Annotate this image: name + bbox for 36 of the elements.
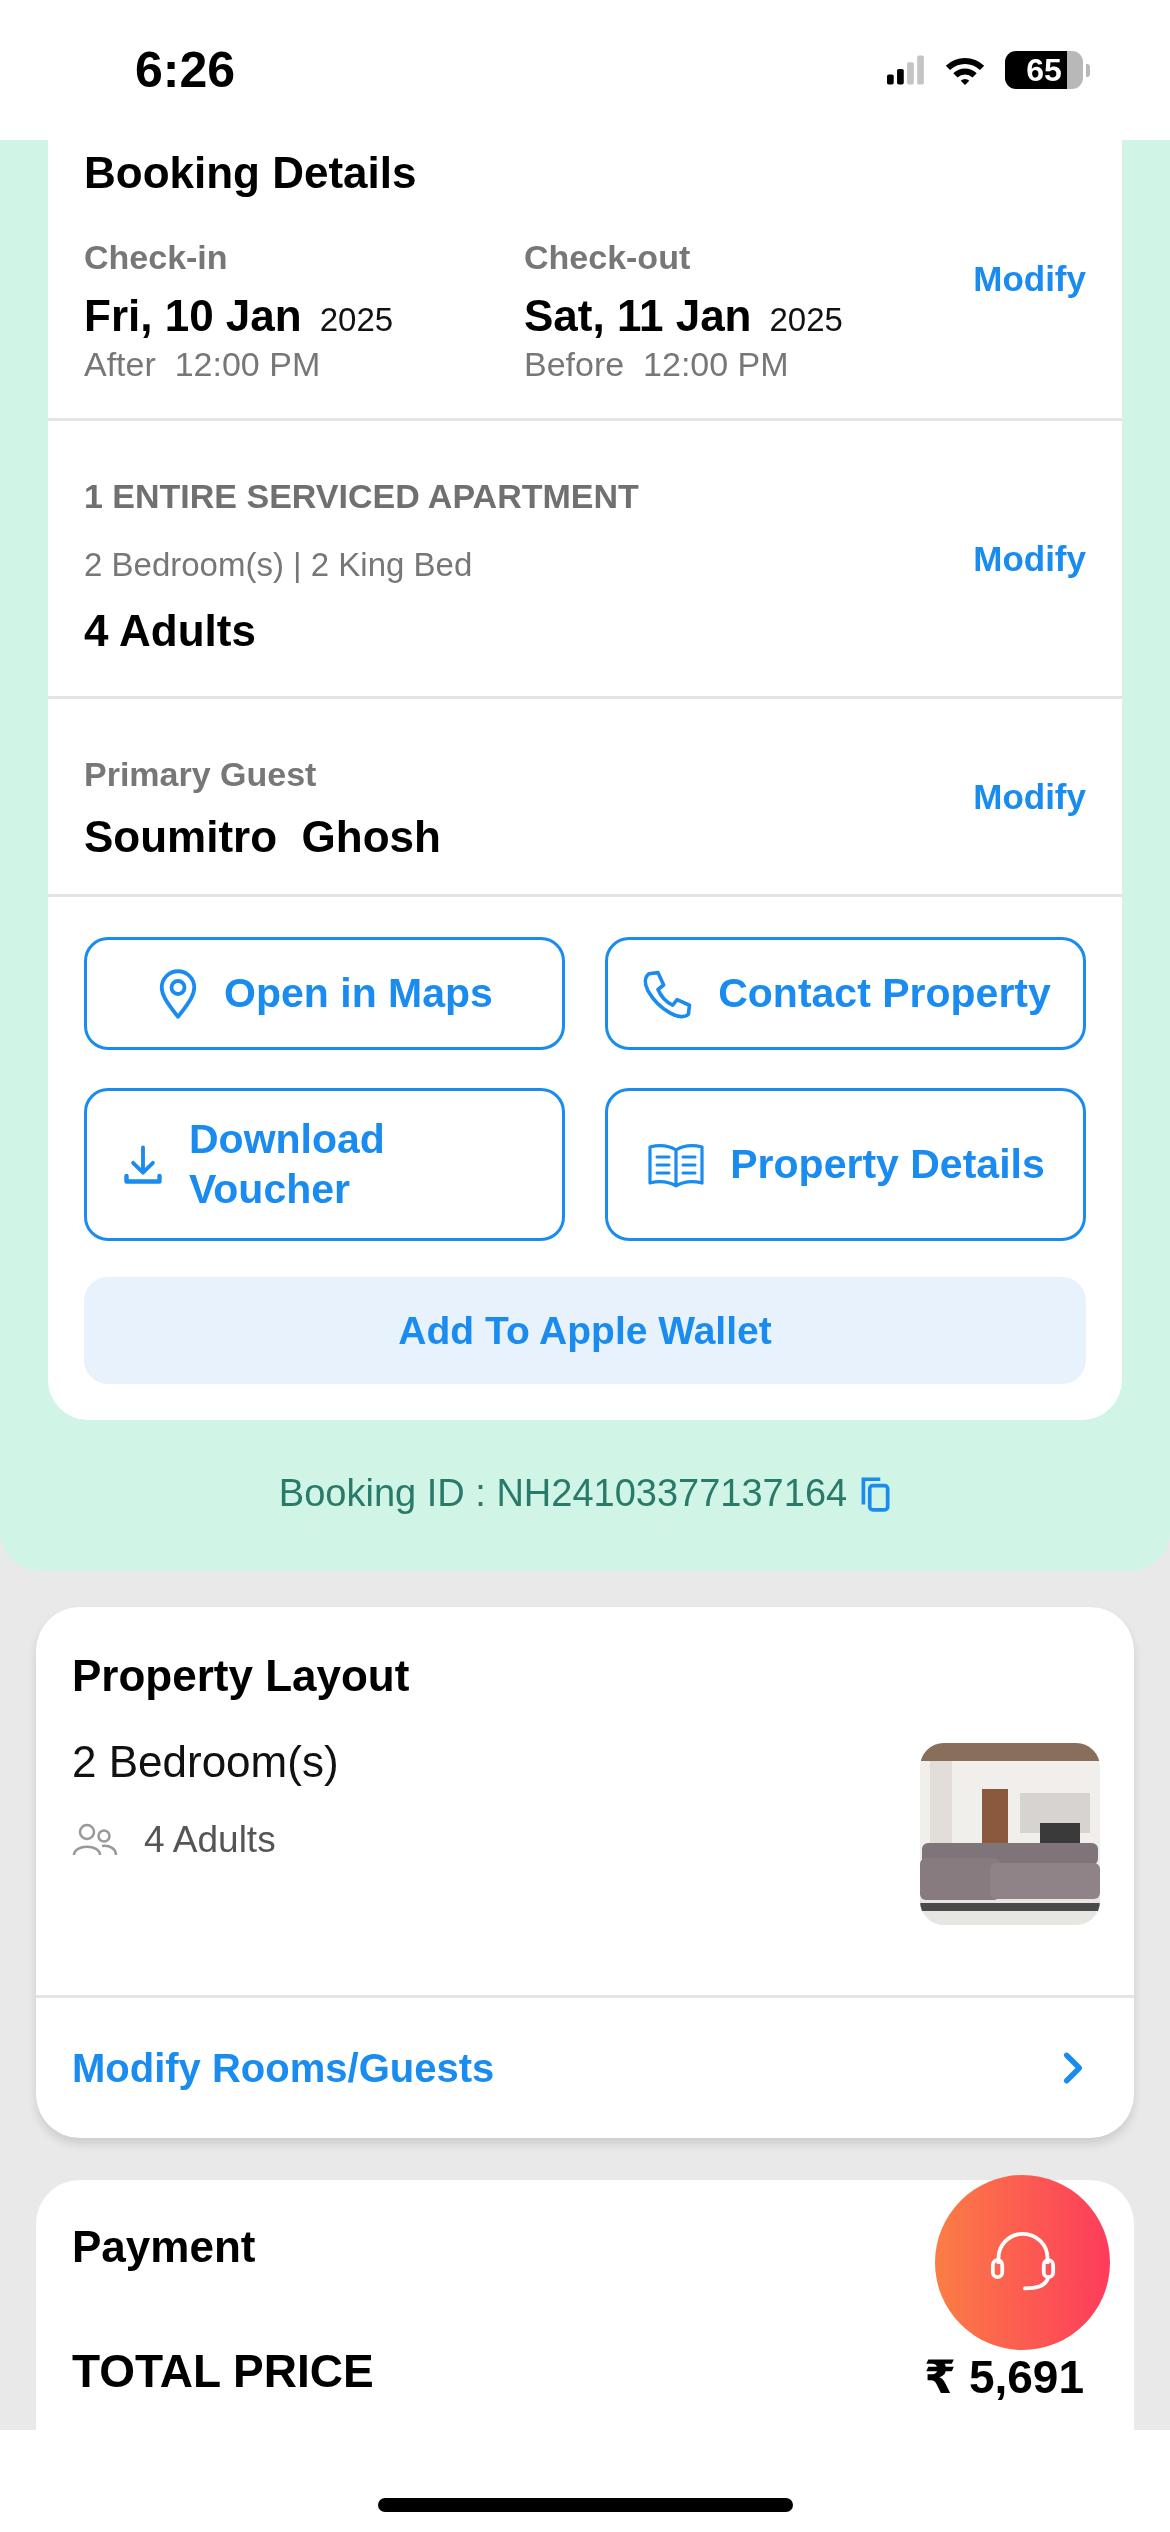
bed-info: 2 Bedroom(s) | 2 King Bed	[84, 546, 474, 584]
modify-link[interactable]: Modify	[973, 776, 1086, 817]
modify-link[interactable]: Modify	[973, 259, 1086, 299]
guest-count: 4 Adults	[144, 1819, 276, 1861]
year-text: 2025	[319, 301, 394, 339]
modify-rooms-link[interactable]: Modify Rooms/Guests	[72, 2045, 495, 2091]
card-title: Booking Details	[84, 147, 418, 198]
guest-count: 4 Adults	[84, 606, 257, 656]
room-type: 1 ENTIRE SERVICED APARTMENT	[84, 477, 640, 516]
guest-name: Soumitro Ghosh	[84, 812, 442, 862]
room-count: 2 Bedroom(s)	[72, 1737, 340, 1787]
date-text: Sat, 11 Jan	[524, 291, 752, 341]
action-button[interactable]: Property Details	[605, 1088, 1086, 1241]
date-text: Fri, 10 Jan	[84, 291, 302, 341]
action-button[interactable]: Download Voucher	[84, 1088, 565, 1241]
time-text: After 12:00 PM	[84, 345, 322, 384]
action-button[interactable]: Contact Property	[605, 937, 1086, 1050]
year-text: 2025	[769, 301, 843, 339]
copy-icon[interactable]	[859, 1474, 892, 1513]
date-label: Check-out	[524, 238, 692, 277]
people-icon	[72, 1822, 118, 1858]
total-price: ₹ 5,691	[924, 2350, 1084, 2404]
action-button[interactable]: Open in Maps	[84, 937, 565, 1050]
battery-icon: 65	[1005, 51, 1083, 89]
wallet-button[interactable]: Add To Apple Wallet	[84, 1277, 1086, 1384]
time-text: Before 12:00 PM	[524, 345, 790, 384]
chevron-right-icon[interactable]	[1062, 2051, 1084, 2085]
status-time: 6:26	[135, 41, 236, 99]
card-title: Property Layout	[72, 1651, 410, 1701]
booking-id: Booking ID : NH24103377137164	[278, 1472, 848, 1515]
signal-icon	[887, 55, 925, 85]
total-label: TOTAL PRICE	[72, 2344, 374, 2399]
date-label: Check-in	[84, 238, 229, 277]
card-title: Payment	[72, 2222, 256, 2272]
modify-link[interactable]: Modify	[973, 538, 1086, 579]
guest-label: Primary Guest	[84, 755, 318, 794]
